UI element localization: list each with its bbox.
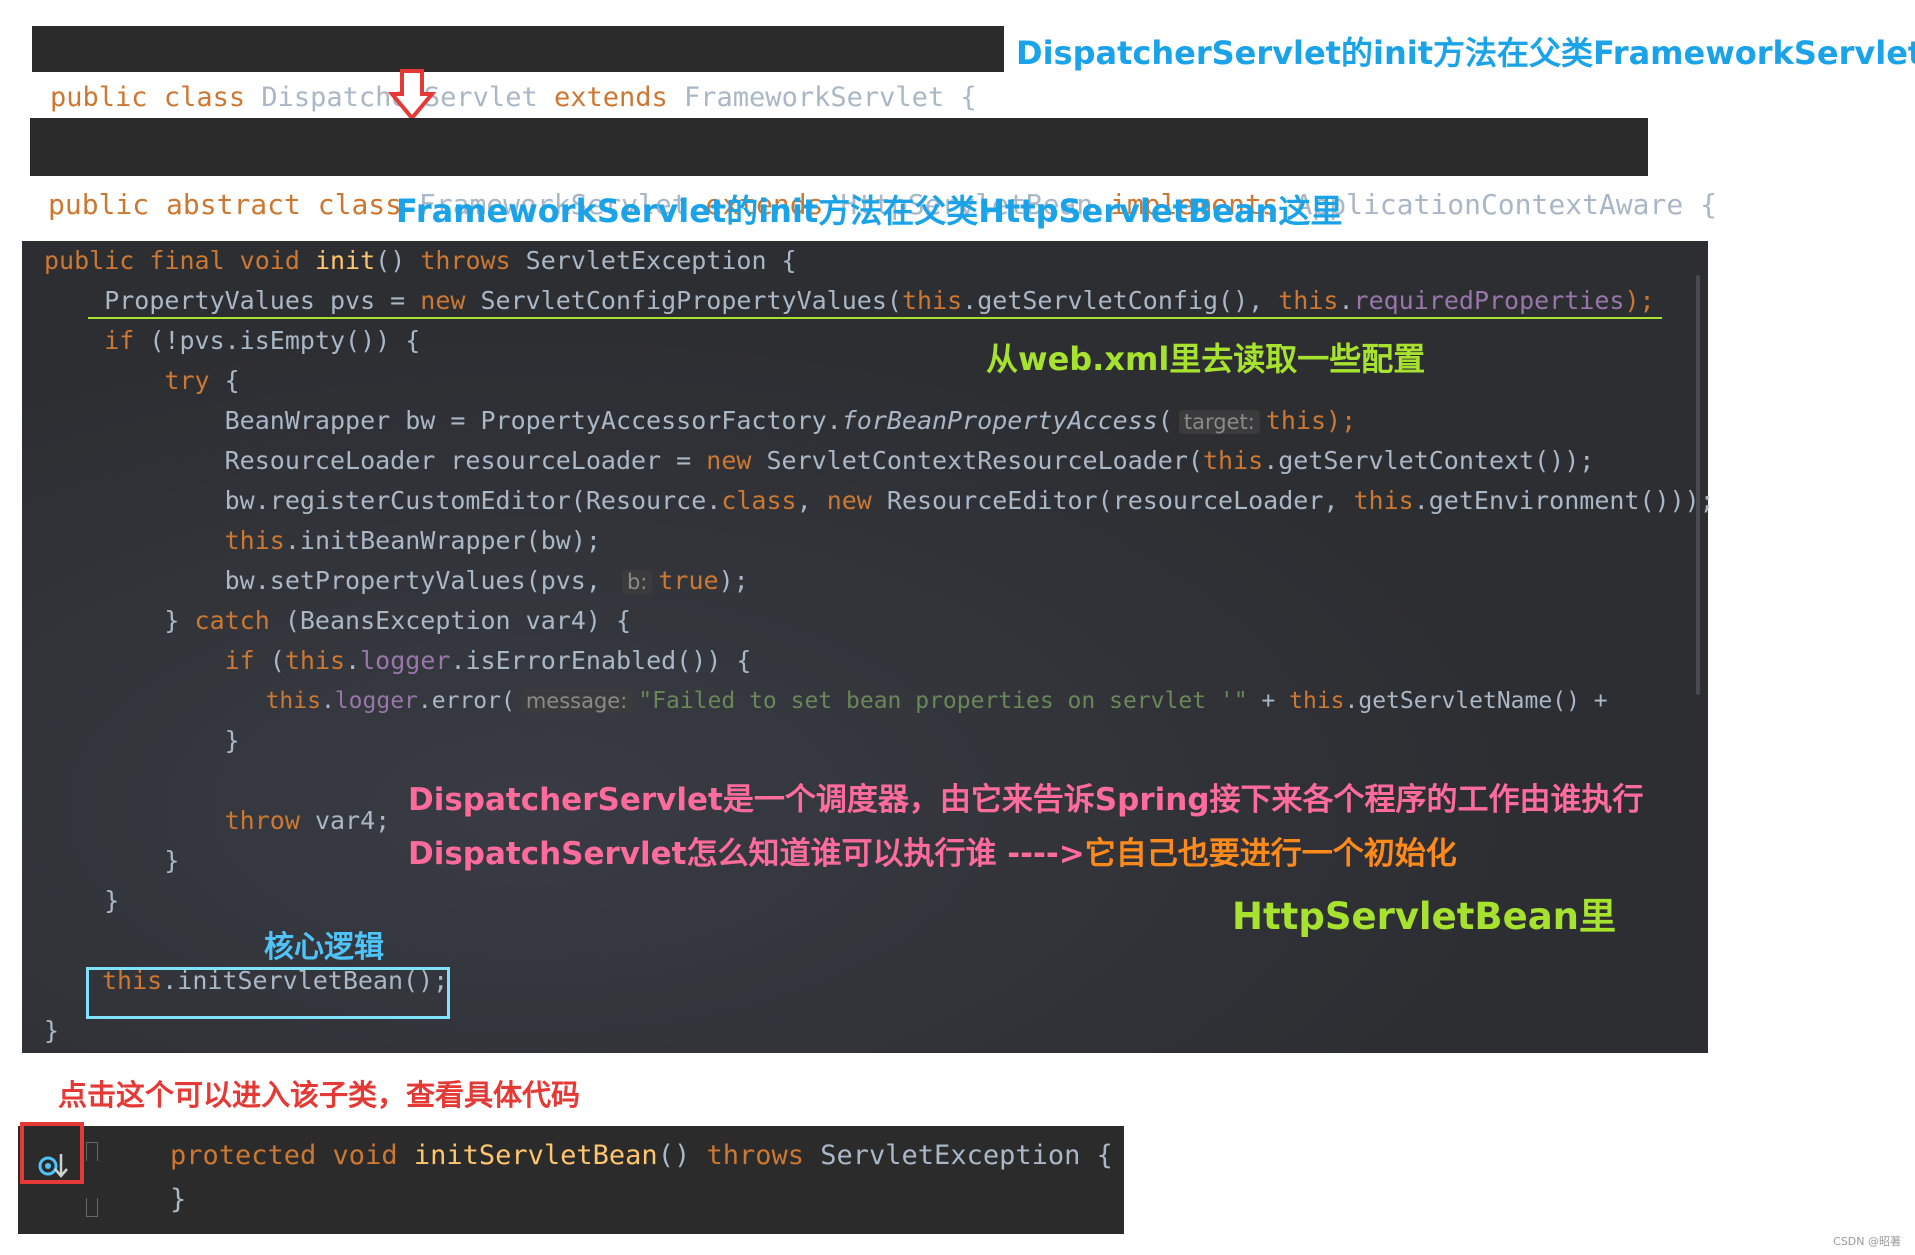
param-hint: target: (1178, 410, 1260, 434)
method-signature: protected void initServletBean() throws … (170, 1140, 1113, 1171)
code-line: bw.setPropertyValues(pvs, b: true); (44, 566, 749, 595)
code-line: public final void init() throws ServletE… (44, 246, 797, 275)
code-line: throw var4; (224, 806, 391, 835)
code-line: } (44, 726, 240, 755)
annotation-httpservletbean: HttpServletBean里 (1232, 895, 1617, 938)
kw-extends: extends (553, 82, 668, 113)
watermark: CSDN @昭著 (1833, 1235, 1901, 1248)
code-line-property-values: PropertyValues pvs = new ServletConfigPr… (44, 286, 1655, 315)
code-line: } (44, 846, 180, 875)
init-servlet-bean-panel: protected void initServletBean() throws … (18, 1122, 1124, 1234)
annotation-dispatcher-init: DispatcherServlet的init方法在父类FrameworkServ… (1016, 34, 1915, 72)
code-line: ResourceLoader resourceLoader = new Serv… (44, 446, 1595, 475)
annotation-dispatcher-role: DispatcherServlet是一个调度器，由它来告诉Spring接下来各个… (408, 782, 1644, 818)
highlight-underline (88, 317, 1662, 319)
brace: { (960, 82, 977, 113)
interface-name[interactable]: ApplicationContextAware (1296, 188, 1684, 221)
code-line: } (44, 886, 120, 915)
annotation-click-hint: 点击这个可以进入该子类，查看具体代码 (58, 1078, 581, 1112)
arrow-down-icon (388, 69, 436, 122)
code-line: this.logger.error(message: "Failed to set… (265, 688, 1608, 714)
brace: { (1700, 188, 1717, 221)
annotation-framework-init: FrameworkServlet的init方法在父类HttpServletBea… (396, 192, 1343, 230)
kw-class: class (163, 82, 246, 113)
fold-icon[interactable] (86, 1198, 98, 1217)
vertical-scrollbar[interactable] (1696, 275, 1700, 695)
code-line: if (this.logger.isErrorEnabled()) { (224, 646, 752, 675)
annotation-core-logic: 核心逻辑 (264, 930, 384, 965)
click-highlight-box (20, 1122, 84, 1184)
param-hint: message: (520, 689, 633, 713)
framework-servlet-declaration: public abstract class FrameworkServlet e… (30, 118, 1717, 221)
param-hint: b: (621, 570, 653, 594)
closing-brace: } (170, 1184, 187, 1215)
kw-class: class (317, 188, 403, 221)
kw-abstract: abstract (166, 188, 301, 221)
core-logic-highlight-box (86, 967, 450, 1019)
code-line: BeanWrapper bw = PropertyAccessorFactory… (44, 406, 1357, 435)
code-line: if (!pvs.isEmpty()) { (104, 326, 421, 355)
code-line: try { (164, 366, 240, 395)
code-line: } catch (BeansException var4) { (44, 606, 632, 635)
kw-public: public (50, 82, 148, 113)
annotation-read-config: 从web.xml里去读取一些配置 (986, 340, 1426, 378)
parent-class[interactable]: FrameworkServlet (684, 82, 944, 113)
fold-icon[interactable] (86, 1142, 98, 1161)
code-line: bw.registerCustomEditor(Resource.class, … (44, 486, 1715, 515)
code-line: } (44, 1016, 60, 1045)
code-line: this.initBeanWrapper(bw); (224, 526, 601, 555)
annotation-dispatcher-question: DispatchServlet怎么知道谁可以执行谁 ---->它自己也要进行一个… (408, 836, 1457, 872)
dispatcher-servlet-declaration: public class DispatcherServlet extends F… (32, 26, 1004, 113)
kw-public: public (48, 188, 150, 221)
